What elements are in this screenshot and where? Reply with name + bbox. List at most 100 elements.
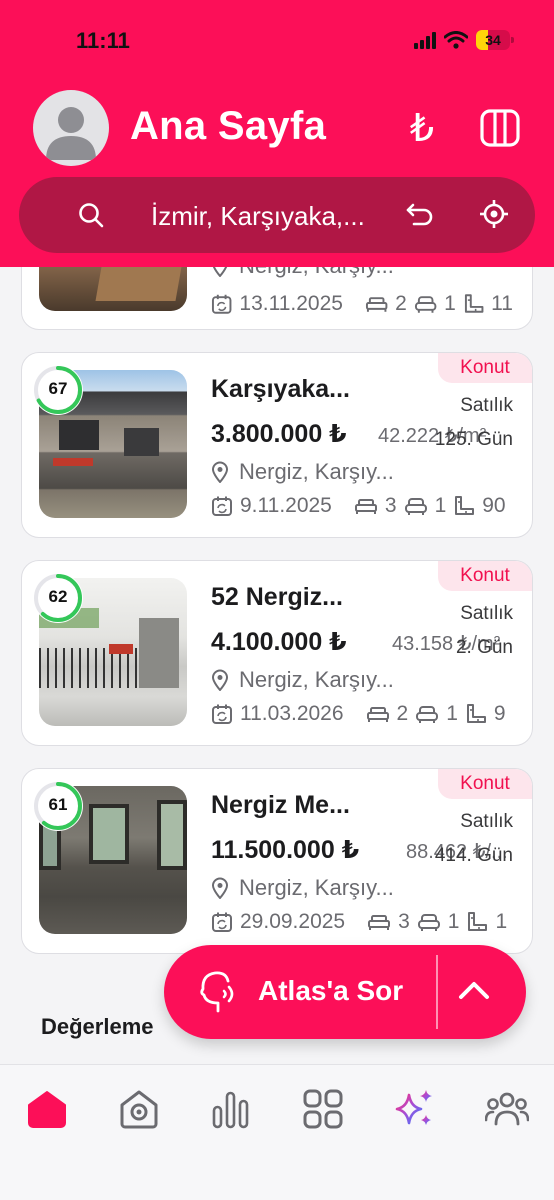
listing-date: 29.09.2025	[240, 910, 346, 933]
score-value: 61	[48, 795, 68, 814]
score-badge: 62	[33, 573, 83, 623]
battery-level: 34	[485, 32, 501, 48]
listing-price: 11.500.000 ₺	[211, 836, 360, 864]
listing-age: 414. Gün	[434, 845, 513, 866]
listing-meta: 11.03.2026 2 1 9	[211, 699, 513, 729]
listing-location: Nergiz, Karşıy...	[211, 667, 394, 693]
undo-icon[interactable]	[405, 199, 435, 229]
bed-icon	[354, 499, 377, 514]
battery-icon: 34	[476, 30, 514, 50]
listing-age: 2. Gün	[455, 637, 513, 658]
listing-title: Karşıyaka...	[211, 375, 350, 403]
listing-title: Nergiz Me...	[211, 791, 350, 819]
grid-icon	[303, 1089, 343, 1129]
lira-icon: ₺	[409, 106, 435, 150]
listing-age: 125. Gün	[434, 429, 513, 450]
cellular-signal-icon	[414, 31, 436, 49]
salon-count: 1	[446, 702, 458, 725]
score-badge: 61	[33, 781, 83, 831]
area-ruler-icon	[455, 496, 475, 515]
room-count: 3	[384, 494, 397, 517]
location-house-icon	[120, 1090, 158, 1129]
voice-assistant-icon	[200, 971, 234, 1013]
area-value: 1	[495, 910, 508, 933]
bed-icon	[365, 297, 388, 312]
listing-date: 13.11.2025	[239, 292, 343, 315]
listing-location: Nergiz, Karşıy...	[211, 875, 394, 901]
button-divider	[436, 955, 438, 1029]
users-icon	[485, 1092, 529, 1126]
area-value: 9	[493, 702, 506, 725]
section-title: Değerleme	[41, 1014, 154, 1039]
category-badge: Konut	[438, 353, 532, 383]
category-badge: Konut	[438, 561, 532, 591]
listing-date: 9.11.2025	[240, 494, 332, 517]
area-ruler-icon	[468, 912, 488, 931]
home-icon	[28, 1091, 66, 1128]
tab-home[interactable]	[17, 1079, 77, 1139]
current-location-icon[interactable]	[479, 199, 509, 229]
listing-type: Satılık	[460, 395, 513, 416]
sofa-icon	[416, 706, 439, 723]
chevron-up-icon[interactable]	[456, 975, 492, 1005]
tab-community[interactable]	[477, 1079, 537, 1139]
salon-count: 1	[434, 494, 447, 517]
area-ruler-icon	[466, 704, 486, 723]
status-time: 11:11	[76, 28, 130, 53]
score-badge: 67	[33, 365, 83, 415]
page-title: Ana Sayfa	[130, 104, 327, 148]
tab-nearby[interactable]	[109, 1079, 169, 1139]
tab-categories[interactable]	[293, 1079, 353, 1139]
status-icons: 34	[414, 30, 514, 50]
listing-meta: 13.11.2025 2 1 11	[211, 289, 513, 319]
sofa-icon	[404, 498, 427, 515]
map-button[interactable]	[478, 106, 522, 150]
area-ruler-icon	[464, 294, 484, 313]
listing-card[interactable]: 67 Konut Karşıyaka... Satılık 3.800.000 …	[21, 352, 533, 538]
ask-atlas-label: Atlas'a Sor	[258, 975, 404, 1006]
sofa-icon	[417, 914, 440, 931]
sparkles-icon	[395, 1090, 432, 1125]
search-input[interactable]: İzmir, Karşıyaka,...	[151, 201, 365, 232]
app-header: 11:11 34 Ana Sayfa ₺ İzmir, Karşıyaka,..…	[0, 0, 554, 267]
tab-ai[interactable]	[385, 1079, 445, 1139]
calendar-refresh-icon	[211, 294, 232, 314]
listing-location: Nergiz, Karşıy...	[211, 459, 394, 485]
score-value: 67	[48, 379, 68, 398]
bed-icon	[366, 707, 389, 722]
listing-card[interactable]: 62 Konut 52 Nergiz... Satılık 4.100.000 …	[21, 560, 533, 746]
location-search-bar[interactable]: İzmir, Karşıyaka,...	[19, 177, 535, 253]
bar-chart-icon	[212, 1091, 249, 1129]
ask-atlas-button[interactable]: Atlas'a Sor	[164, 945, 526, 1039]
room-count: 2	[396, 702, 409, 725]
tab-analytics[interactable]	[201, 1079, 261, 1139]
room-count: 3	[398, 910, 410, 933]
category-badge: Konut	[438, 769, 532, 799]
wifi-icon	[444, 31, 468, 49]
listing-price: 4.100.000 ₺	[211, 628, 347, 656]
listing-type: Satılık	[460, 811, 513, 832]
listing-type: Satılık	[460, 603, 513, 624]
salon-count: 1	[444, 292, 456, 315]
listing-price: 3.800.000 ₺	[211, 420, 347, 448]
area-value: 11	[491, 292, 513, 315]
avatar[interactable]	[33, 90, 109, 166]
listing-title: 52 Nergiz...	[211, 583, 343, 611]
currency-button[interactable]: ₺	[400, 106, 444, 150]
calendar-refresh-icon	[212, 912, 232, 932]
location-pin-icon	[211, 669, 229, 691]
listing-card[interactable]: 61 Konut Nergiz Me... Satılık 11.500.000…	[21, 768, 533, 954]
listing-meta: 29.09.2025 3 1 1	[211, 907, 513, 937]
search-icon	[79, 203, 104, 228]
area-value: 90	[482, 494, 506, 517]
room-count: 2	[395, 292, 407, 315]
salon-count: 1	[447, 910, 460, 933]
calendar-refresh-icon	[212, 704, 232, 724]
location-pin-icon	[211, 877, 229, 899]
map-icon	[480, 109, 520, 147]
sofa-icon	[414, 296, 437, 313]
listing-meta: 9.11.2025 3 1 90	[211, 491, 513, 521]
user-placeholder-icon	[46, 107, 96, 160]
bottom-tab-bar	[0, 1064, 554, 1200]
listing-date: 11.03.2026	[240, 702, 344, 725]
